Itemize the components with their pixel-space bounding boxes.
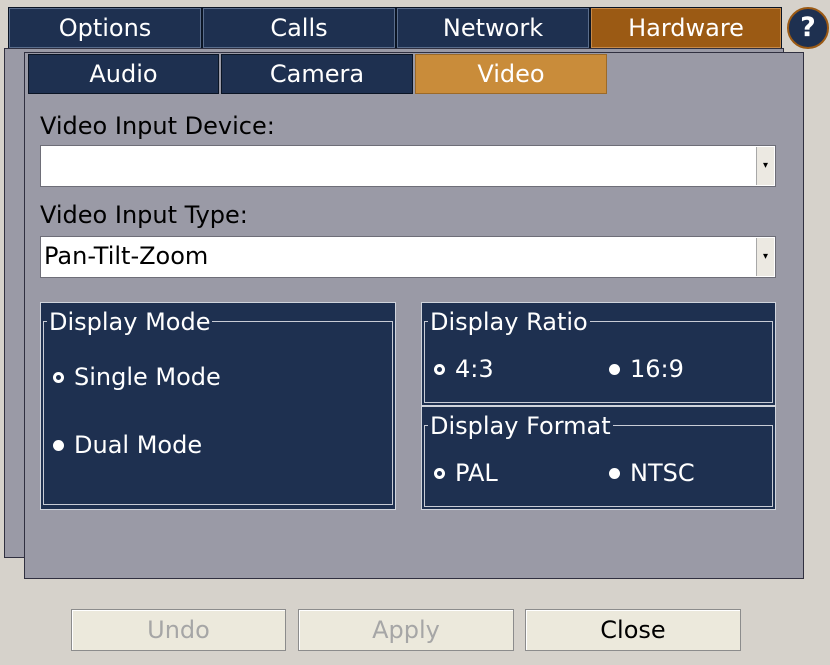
dual-mode-label: Dual Mode [74,431,203,459]
format-pal-label: PAL [455,459,498,487]
dual-mode-radio[interactable]: Dual Mode [53,431,202,459]
ratio-4-3-radio[interactable]: 4:3 [434,355,494,383]
radio-checked-icon[interactable] [434,363,445,375]
display-mode-legend: Display Mode [47,308,213,336]
video-input-type-label: Video Input Type: [40,201,248,229]
format-ntsc-label: NTSC [630,459,695,487]
display-format-legend: Display Format [428,412,613,440]
undo-button[interactable]: Undo [71,609,286,651]
help-icon[interactable]: ? [787,7,829,49]
chevron-down-icon[interactable]: ▾ [756,238,774,276]
display-format-group: Display Format PAL NTSC [421,406,776,510]
close-button[interactable]: Close [525,609,741,651]
radio-unchecked-icon[interactable] [609,467,620,479]
tab-hardware[interactable]: Hardware [590,7,782,49]
display-ratio-legend: Display Ratio [428,308,590,336]
video-input-device-label: Video Input Device: [40,112,275,140]
subtab-audio[interactable]: Audio [28,54,219,94]
display-ratio-group: Display Ratio 4:3 16:9 [421,302,776,406]
subtab-video[interactable]: Video [415,54,607,94]
video-input-device-select[interactable]: ▾ [40,145,776,187]
video-input-type-select[interactable]: Pan-Tilt-Zoom ▾ [40,236,776,278]
video-input-type-value: Pan-Tilt-Zoom [44,242,209,270]
radio-unchecked-icon[interactable] [53,439,64,451]
subtab-camera[interactable]: Camera [221,54,413,94]
tab-options[interactable]: Options [8,7,202,49]
radio-unchecked-icon[interactable] [609,363,620,375]
radio-checked-icon[interactable] [53,371,64,383]
ratio-4-3-label: 4:3 [455,355,494,383]
chevron-down-icon[interactable]: ▾ [756,147,774,185]
ratio-16-9-label: 16:9 [630,355,684,383]
ratio-16-9-radio[interactable]: 16:9 [609,355,684,383]
radio-checked-icon[interactable] [434,467,445,479]
apply-button[interactable]: Apply [298,609,514,651]
format-pal-radio[interactable]: PAL [434,459,498,487]
display-mode-frame [43,321,393,505]
tab-calls[interactable]: Calls [202,7,396,49]
tab-network[interactable]: Network [396,7,590,49]
single-mode-radio[interactable]: Single Mode [53,363,221,391]
display-mode-group: Display Mode Single Mode Dual Mode [40,302,396,510]
single-mode-label: Single Mode [74,363,221,391]
format-ntsc-radio[interactable]: NTSC [609,459,695,487]
